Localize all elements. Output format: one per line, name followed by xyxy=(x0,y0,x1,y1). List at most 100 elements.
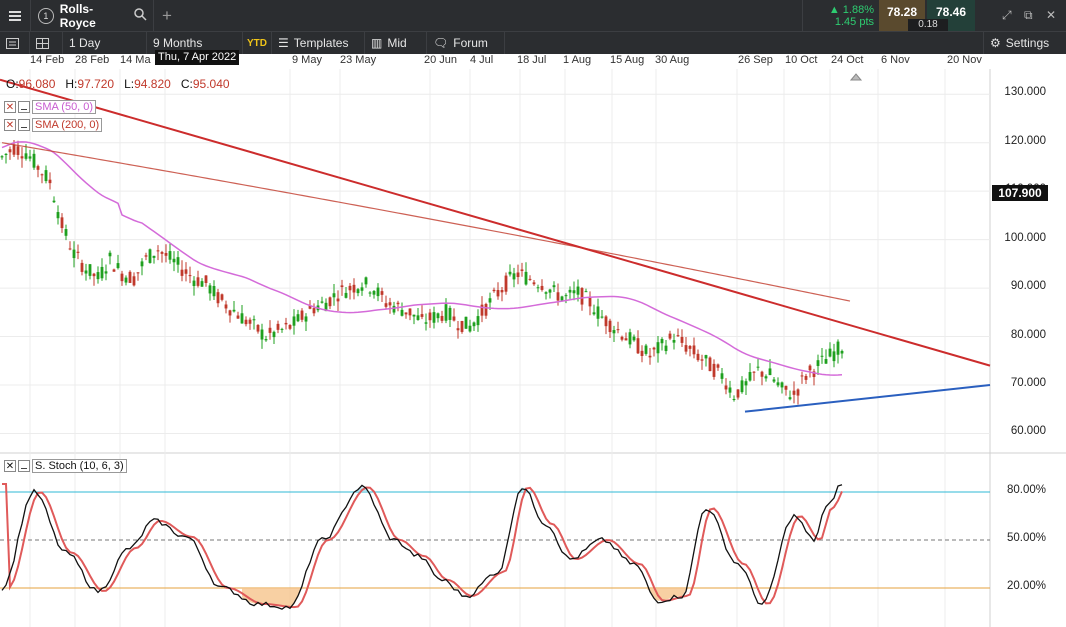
candle-body xyxy=(580,288,584,305)
candle-body xyxy=(284,322,288,325)
candle-body xyxy=(504,275,508,292)
candle-body xyxy=(784,385,788,390)
candle-body xyxy=(8,149,12,153)
candle-body xyxy=(376,287,380,297)
candle-body xyxy=(468,325,472,332)
candle-body xyxy=(340,285,344,288)
candle-body xyxy=(268,327,272,333)
candle-body xyxy=(4,153,8,155)
price-tick-label: 130.000 xyxy=(1004,86,1046,99)
candle-body xyxy=(52,200,56,203)
candle-body xyxy=(136,272,140,274)
candle-body xyxy=(472,322,476,327)
candle-body xyxy=(120,273,124,282)
candle-body xyxy=(356,289,360,294)
candle-body xyxy=(68,248,72,250)
candle-body xyxy=(204,275,208,283)
candle-body xyxy=(280,328,284,330)
candle-body xyxy=(164,253,168,256)
remove-stoch-icon[interactable]: ✕ xyxy=(4,459,16,472)
candle-body xyxy=(804,376,808,380)
candle-body xyxy=(232,309,236,312)
candle-body xyxy=(552,285,556,288)
candle-body xyxy=(548,289,552,293)
candle-body xyxy=(360,287,364,291)
candle-body xyxy=(328,297,332,307)
candle-body xyxy=(584,291,588,293)
candle-body xyxy=(348,285,352,291)
candle-body xyxy=(624,338,628,341)
candle-body xyxy=(172,258,176,263)
candle-body xyxy=(384,303,388,307)
price-tick-label: 90.000 xyxy=(1010,280,1046,293)
price-chart[interactable] xyxy=(0,0,1066,627)
candle-body xyxy=(572,290,576,294)
candle-body xyxy=(408,308,412,316)
candle-body xyxy=(748,372,752,381)
candle-body xyxy=(252,319,256,321)
candle-body xyxy=(0,156,4,158)
candle-body xyxy=(632,336,636,341)
sma50-settings-icon[interactable] xyxy=(18,100,30,113)
candle-body xyxy=(448,307,452,320)
candle-body xyxy=(628,332,632,345)
candle-body xyxy=(568,289,572,293)
candle-body xyxy=(604,316,608,327)
candle-body xyxy=(544,292,548,294)
price-tick-label: 100.000 xyxy=(1004,231,1046,244)
candle-body xyxy=(160,252,164,254)
candle-body xyxy=(704,355,708,359)
candle-body xyxy=(128,271,132,283)
candle-body xyxy=(680,336,684,343)
candle-body xyxy=(152,255,156,258)
candle-body xyxy=(536,287,540,289)
candle-body xyxy=(560,296,564,301)
candle-body xyxy=(380,291,384,295)
candle-body xyxy=(796,389,800,396)
high-value: 97.720 xyxy=(77,77,115,91)
candle-body xyxy=(840,350,844,354)
candle-body xyxy=(660,338,664,344)
candle-body xyxy=(352,284,356,293)
plot-background xyxy=(0,69,1066,627)
candle-body xyxy=(612,330,616,334)
sma200-settings-icon[interactable] xyxy=(18,118,30,131)
remove-sma200-icon[interactable]: ✕ xyxy=(4,118,16,131)
candle-body xyxy=(188,275,192,277)
last-price-label: 107.900 xyxy=(992,185,1048,201)
candle-body xyxy=(664,345,668,352)
candle-body xyxy=(728,387,732,393)
remove-sma50-icon[interactable]: ✕ xyxy=(4,100,16,113)
candle-body xyxy=(524,271,528,285)
candle-body xyxy=(212,286,216,297)
candle-body xyxy=(28,156,32,159)
candle-body xyxy=(672,339,676,343)
candle-body xyxy=(208,285,212,294)
candle-body xyxy=(168,251,172,260)
candle-body xyxy=(512,273,516,280)
candle-body xyxy=(244,319,248,325)
candle-body xyxy=(756,366,760,368)
close-label: C: xyxy=(180,77,193,91)
candle-body xyxy=(600,316,604,318)
candle-body xyxy=(564,295,568,297)
candle-body xyxy=(808,365,812,371)
candle-body xyxy=(720,373,724,379)
candle-body xyxy=(640,350,644,356)
candle-body xyxy=(144,255,148,257)
candle-body xyxy=(156,250,160,252)
sma200-label: SMA (200, 0) xyxy=(32,117,103,132)
low-value: 94.820 xyxy=(134,77,171,91)
stoch-settings-icon[interactable] xyxy=(18,459,30,472)
candle-body xyxy=(180,269,184,276)
candle-body xyxy=(416,315,420,320)
price-tick-label: 80.000 xyxy=(1010,328,1046,341)
candle-body xyxy=(824,358,828,364)
candle-body xyxy=(372,290,376,295)
candle-body xyxy=(816,360,820,366)
candle-body xyxy=(132,276,136,286)
candle-body xyxy=(464,316,468,329)
candle-body xyxy=(480,304,484,316)
candle-body xyxy=(432,312,436,323)
candle-body xyxy=(696,353,700,361)
